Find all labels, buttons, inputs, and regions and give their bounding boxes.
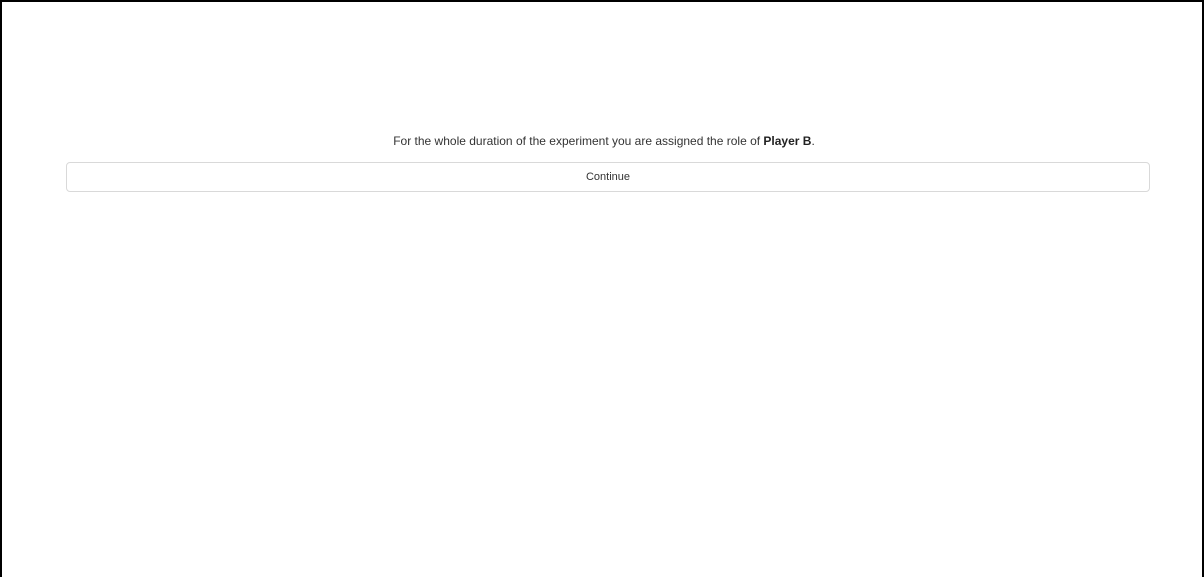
assigned-role: Player B [763,134,812,148]
continue-button[interactable]: Continue [66,162,1150,192]
role-message-prefix: For the whole duration of the experiment… [393,134,764,148]
page-frame: For the whole duration of the experiment… [0,0,1204,577]
role-assignment-message: For the whole duration of the experiment… [2,133,1204,149]
role-message-suffix: . [811,134,815,148]
